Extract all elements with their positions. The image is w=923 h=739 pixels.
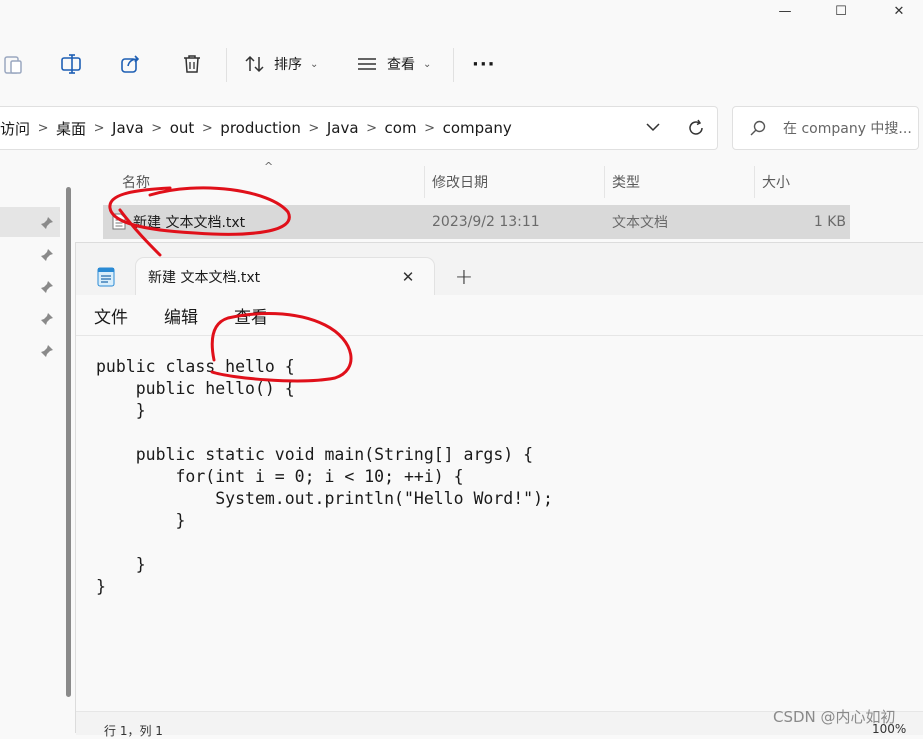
new-tab-button[interactable]: + xyxy=(450,261,478,293)
more-options-icon: ··· xyxy=(472,53,496,75)
chevron-down-icon: ⌄ xyxy=(310,58,319,70)
menu-bar: 文件 编辑 查看 xyxy=(76,295,923,336)
address-bar[interactable]: 访问 > 桌面 > Java > out > production > Java… xyxy=(0,106,718,150)
breadcrumb-item[interactable]: 桌面 xyxy=(56,118,86,139)
text-editor[interactable]: public class hello { public hello() { } … xyxy=(76,336,923,711)
column-header-type[interactable]: 类型 xyxy=(612,170,640,194)
share-icon xyxy=(120,53,142,75)
column-header-modified[interactable]: 修改日期 xyxy=(432,170,488,194)
navigation-pane xyxy=(0,162,75,733)
breadcrumb-item[interactable]: Java xyxy=(112,119,144,137)
breadcrumb-item[interactable]: Java xyxy=(327,119,359,137)
search-input[interactable]: 在 company 中搜... xyxy=(732,106,919,150)
breadcrumb-item[interactable]: company xyxy=(443,119,512,137)
file-type: 文本文档 xyxy=(612,215,668,231)
column-divider[interactable] xyxy=(424,166,425,198)
notepad-app-icon xyxy=(97,267,115,287)
nav-scrollbar[interactable] xyxy=(66,187,71,697)
breadcrumb-item[interactable]: out xyxy=(170,119,195,137)
menu-file[interactable]: 文件 xyxy=(94,303,128,328)
rename-icon xyxy=(60,53,84,75)
watermark: CSDN @内心如初 xyxy=(773,708,896,726)
address-history-dropdown[interactable] xyxy=(644,118,662,140)
tab-title: 新建 文本文档.txt xyxy=(148,269,261,286)
chevron-right-icon[interactable]: > xyxy=(417,121,443,136)
file-modified: 2023/9/2 13:11 xyxy=(432,214,540,230)
menu-view[interactable]: 查看 xyxy=(234,303,268,328)
refresh-icon xyxy=(689,119,703,135)
chevron-right-icon[interactable]: > xyxy=(30,121,56,136)
column-header-name[interactable]: 名称 xyxy=(122,170,150,194)
cursor-position: 行 1，列 1 xyxy=(104,724,163,738)
breadcrumb-item[interactable]: 访问 xyxy=(0,118,30,139)
pin-icon[interactable] xyxy=(40,344,54,358)
search-icon xyxy=(750,120,766,136)
column-divider[interactable] xyxy=(604,166,605,198)
paste-icon xyxy=(2,53,24,75)
column-header-size[interactable]: 大小 xyxy=(762,170,790,194)
toolbar-divider xyxy=(226,48,227,82)
view-button[interactable]: 查看 ⌄ xyxy=(356,50,431,78)
pin-icon[interactable] xyxy=(40,216,54,230)
pin-icon[interactable] xyxy=(40,312,54,326)
delete-button[interactable] xyxy=(181,50,203,78)
paste-button[interactable] xyxy=(2,50,24,78)
share-button[interactable] xyxy=(120,50,142,78)
refresh-button[interactable] xyxy=(686,118,706,142)
text-file-icon xyxy=(112,213,126,230)
sort-label: 排序 xyxy=(274,57,302,73)
file-name: 新建 文本文档.txt xyxy=(133,215,246,231)
chevron-right-icon[interactable]: > xyxy=(144,121,170,136)
close-window-button[interactable]: ✕ xyxy=(876,0,922,22)
rename-button[interactable] xyxy=(60,50,84,78)
chevron-right-icon[interactable]: > xyxy=(301,121,327,136)
tab-document[interactable]: 新建 文本文档.txt ✕ xyxy=(136,258,434,295)
sort-button[interactable]: 排序 ⌄ xyxy=(244,50,318,78)
chevron-right-icon[interactable]: > xyxy=(86,121,112,136)
chevron-right-icon[interactable]: > xyxy=(194,121,220,136)
view-label: 查看 xyxy=(387,57,415,73)
see-more-button[interactable]: ··· xyxy=(472,50,496,78)
trash-icon xyxy=(181,53,203,75)
breadcrumb-item[interactable]: com xyxy=(385,119,417,137)
menu-edit[interactable]: 编辑 xyxy=(164,303,198,328)
sort-ascending-icon: ^ xyxy=(264,160,274,173)
address-row: 访问 > 桌面 > Java > out > production > Java… xyxy=(0,104,923,154)
file-list: ^ 名称 修改日期 类型 大小 新建 文本文档.txt 2023/9/2 13:… xyxy=(100,160,860,242)
column-divider[interactable] xyxy=(754,166,755,198)
file-row-selected[interactable]: 新建 文本文档.txt 2023/9/2 13:11 文本文档 1 KB xyxy=(103,205,850,239)
close-tab-button[interactable]: ✕ xyxy=(396,258,420,295)
document-content[interactable]: public class hello { public hello() { } … xyxy=(96,356,553,598)
search-placeholder: 在 company 中搜... xyxy=(783,121,912,137)
file-size: 1 KB xyxy=(813,214,846,230)
notepad-window: 新建 文本文档.txt ✕ + 文件 编辑 查看 public class he… xyxy=(75,242,923,738)
toolbar-divider xyxy=(453,48,454,82)
minimize-button[interactable]: — xyxy=(762,0,808,22)
maximize-button[interactable]: ☐ xyxy=(818,0,864,22)
close-icon: ✕ xyxy=(401,267,415,286)
pin-icon[interactable] xyxy=(40,280,54,294)
breadcrumb-item[interactable]: production xyxy=(220,119,301,137)
view-list-icon xyxy=(356,53,378,75)
pin-icon[interactable] xyxy=(40,248,54,262)
sort-icon xyxy=(244,53,266,75)
chevron-right-icon[interactable]: > xyxy=(359,121,385,136)
command-bar: 排序 ⌄ 查看 ⌄ ··· xyxy=(0,30,923,96)
breadcrumb: 访问 > 桌面 > Java > out > production > Java… xyxy=(0,107,512,149)
chevron-down-icon: ⌄ xyxy=(423,58,432,70)
plus-icon: + xyxy=(454,264,474,290)
chevron-down-icon xyxy=(646,123,660,132)
